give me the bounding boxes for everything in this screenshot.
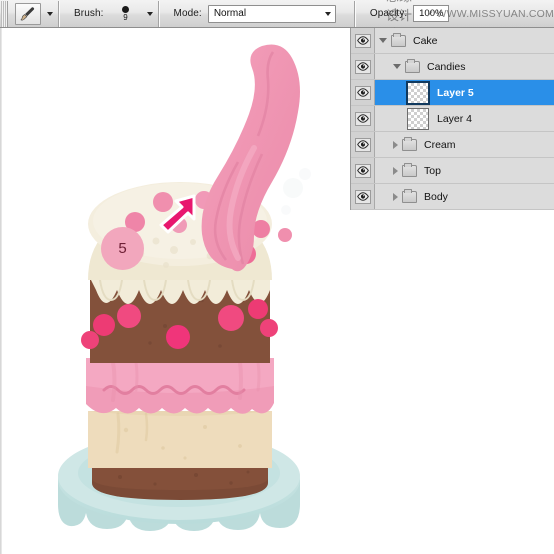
layer-visibility-toggle[interactable] xyxy=(351,132,375,157)
cake-tier-vanilla xyxy=(88,411,272,468)
callout-arrow-6 xyxy=(346,294,348,345)
eye-icon-box xyxy=(354,189,371,204)
chevron-down-icon[interactable] xyxy=(393,64,401,69)
arrow-up-right-icon xyxy=(159,194,196,234)
eye-icon-box xyxy=(354,163,371,178)
options-separator-1 xyxy=(58,0,60,27)
layer-visibility-toggle[interactable] xyxy=(351,184,375,209)
opacity-label: Opacity: xyxy=(369,8,408,19)
layer-name: Cream xyxy=(424,138,456,151)
layer-row-layer-5[interactable]: Layer 5 xyxy=(351,80,554,106)
chevron-right-icon[interactable] xyxy=(393,192,398,201)
layer-name: Layer 5 xyxy=(437,86,474,99)
eye-icon xyxy=(356,192,369,201)
brush-tool-icon[interactable] xyxy=(15,2,41,25)
arrow-up-left-icon xyxy=(346,294,348,340)
blend-mode-chevron-down-icon xyxy=(324,11,331,16)
tool-preset-chevron-down-icon[interactable] xyxy=(47,11,53,16)
layer-row-cake[interactable]: Cake xyxy=(351,28,554,54)
layer-thumbnail[interactable] xyxy=(406,80,430,105)
site-watermark: 思缘设计论坛 WWW.MISSYUAN.COM xyxy=(386,0,554,43)
eye-icon-box xyxy=(354,111,371,126)
eye-icon xyxy=(356,36,369,45)
folder-icon xyxy=(405,58,420,73)
document-canvas[interactable]: 5 6 xyxy=(0,28,348,554)
layer-row-body: Candies xyxy=(375,54,554,79)
options-separator-3 xyxy=(353,0,356,27)
layer-thumbnail[interactable] xyxy=(407,107,429,130)
eye-icon xyxy=(356,114,369,123)
chevron-down-icon[interactable] xyxy=(379,38,387,43)
layers-panel[interactable]: Cake Candies Layer 5 Layer 4 Cream Top Body xyxy=(350,28,554,210)
brush-picker-chevron-down-icon[interactable] xyxy=(146,11,153,16)
eye-icon xyxy=(356,62,369,71)
layer-name: Layer 4 xyxy=(437,112,473,125)
options-separator-2 xyxy=(157,0,160,27)
eye-icon-box xyxy=(354,33,371,48)
layer-name: Candies xyxy=(427,60,466,73)
layer-row-candies[interactable]: Candies xyxy=(351,54,554,80)
layer-row-body: Cake xyxy=(375,28,554,53)
chevron-right-icon[interactable] xyxy=(393,166,398,175)
eye-icon xyxy=(356,88,369,97)
watermark-url-text: WWW.MISSYUAN.COM xyxy=(436,8,554,20)
options-bar-grip[interactable] xyxy=(1,0,8,27)
layer-visibility-toggle[interactable] xyxy=(351,54,375,79)
callout-badge-5: 5 xyxy=(101,227,144,270)
brush-label: Brush: xyxy=(74,8,104,19)
layer-row-body[interactable]: Body xyxy=(351,184,554,210)
brush-tip-icon xyxy=(122,5,130,13)
layer-row-body: Layer 5 xyxy=(375,80,554,105)
layer-row-body: Top xyxy=(375,158,554,183)
folder-icon xyxy=(402,136,417,151)
layer-name: Body xyxy=(424,190,448,203)
callout-arrow-5 xyxy=(153,191,199,242)
chevron-right-icon[interactable] xyxy=(393,140,398,149)
mode-label: Mode: xyxy=(173,8,202,19)
brush-size-value: 9 xyxy=(123,12,128,22)
opacity-input[interactable]: 100% xyxy=(413,5,450,22)
layer-name: Cake xyxy=(413,34,438,47)
brush-preview[interactable]: 9 xyxy=(111,2,141,26)
layer-row-body: Cream xyxy=(375,132,554,157)
layer-row-layer-4[interactable]: Layer 4 xyxy=(351,106,554,132)
eye-icon xyxy=(356,140,369,149)
folder-icon xyxy=(402,188,417,203)
layer-visibility-toggle[interactable] xyxy=(351,28,375,53)
options-bar: Brush: 9 Mode: Normal Opacity: 100% 思缘设计… xyxy=(0,0,554,43)
blend-mode-value: Normal xyxy=(213,8,247,19)
folder-icon xyxy=(402,162,417,177)
cake-tier-bottom-brown xyxy=(92,465,268,500)
layer-visibility-toggle[interactable] xyxy=(351,158,375,183)
folder-icon xyxy=(391,32,406,47)
layer-visibility-toggle[interactable] xyxy=(351,80,375,105)
pink-frosting-band xyxy=(86,358,274,414)
brush-glyph-icon xyxy=(20,6,35,20)
layer-row-body: Layer 4 xyxy=(375,106,554,131)
eye-icon xyxy=(356,166,369,175)
eye-icon-box xyxy=(354,59,371,74)
cupcake-illustration xyxy=(58,44,311,531)
layer-row-top[interactable]: Top xyxy=(351,158,554,184)
eye-icon-box xyxy=(354,137,371,152)
layer-name: Top xyxy=(424,164,441,177)
layer-row-body: Body xyxy=(375,184,554,209)
photoshop-window: Brush: 9 Mode: Normal Opacity: 100% 思缘设计… xyxy=(0,0,554,554)
eye-icon-box xyxy=(354,85,371,100)
layer-visibility-toggle[interactable] xyxy=(351,106,375,131)
blend-mode-select[interactable]: Normal xyxy=(207,4,336,23)
layer-row-cream[interactable]: Cream xyxy=(351,132,554,158)
